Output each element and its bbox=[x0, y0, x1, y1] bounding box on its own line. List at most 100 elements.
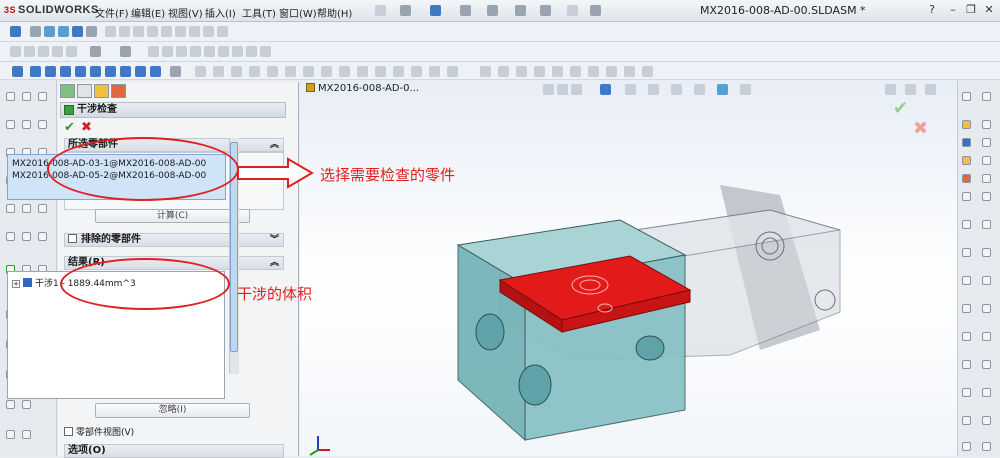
toolbar-icon[interactable] bbox=[217, 26, 228, 37]
ok-button[interactable]: ✔ bbox=[64, 120, 75, 135]
toolbar-icon[interactable] bbox=[570, 66, 581, 77]
toolbar-icon[interactable] bbox=[232, 46, 243, 57]
menu-window[interactable]: 窗口(W) bbox=[279, 5, 317, 20]
expand-icon[interactable]: ︾ bbox=[270, 234, 279, 246]
tool-icon[interactable] bbox=[38, 204, 47, 213]
toolbar-icon[interactable] bbox=[190, 46, 201, 57]
toolbar-icon[interactable] bbox=[10, 46, 21, 57]
display-style-icon[interactable] bbox=[648, 84, 659, 95]
toolbar-icon[interactable] bbox=[189, 26, 200, 37]
viewport-icon[interactable] bbox=[885, 84, 896, 95]
toolbar-icon[interactable] bbox=[86, 26, 97, 37]
assembly-model[interactable]: ✔ ✖ bbox=[300, 80, 957, 456]
tool-icon[interactable] bbox=[22, 204, 31, 213]
toolbar-icon[interactable] bbox=[357, 66, 368, 77]
toolbar-icon[interactable] bbox=[260, 46, 271, 57]
tool-icon[interactable] bbox=[6, 120, 15, 129]
custom-props-icon[interactable] bbox=[962, 192, 971, 201]
tool-icon[interactable] bbox=[962, 388, 971, 397]
zoom-area-icon[interactable] bbox=[557, 84, 568, 95]
toolbar-icon[interactable] bbox=[249, 66, 260, 77]
toolbar-icon[interactable] bbox=[52, 46, 63, 57]
menu-edit[interactable]: 编辑(E) bbox=[131, 5, 165, 20]
tool-icon[interactable] bbox=[6, 204, 15, 213]
file-explorer-icon[interactable] bbox=[962, 156, 971, 165]
tool-icon[interactable] bbox=[6, 232, 15, 241]
tool-icon[interactable] bbox=[962, 304, 971, 313]
toolbar-icon[interactable] bbox=[480, 66, 491, 77]
toolbar-icon[interactable] bbox=[162, 46, 173, 57]
toolbar-icon[interactable] bbox=[375, 66, 386, 77]
toolbar-icon[interactable] bbox=[30, 26, 41, 37]
calculate-button[interactable]: 计算(C) bbox=[95, 209, 250, 223]
tool-icon[interactable] bbox=[982, 442, 991, 451]
toolbar-icon[interactable] bbox=[12, 66, 23, 77]
config-manager-tab[interactable] bbox=[94, 84, 109, 98]
hide-show-icon[interactable] bbox=[671, 84, 682, 95]
tool-icon[interactable] bbox=[982, 138, 991, 147]
appearances-icon[interactable] bbox=[962, 174, 971, 183]
menu-insert[interactable]: 插入(I) bbox=[205, 5, 236, 20]
minimize-button[interactable]: – bbox=[946, 3, 960, 17]
tool-icon[interactable] bbox=[38, 92, 47, 101]
toolbar-icon[interactable] bbox=[552, 66, 563, 77]
tool-icon[interactable] bbox=[982, 156, 991, 165]
tool-icon[interactable] bbox=[962, 332, 971, 341]
collapse-icon[interactable]: ︽ bbox=[270, 257, 279, 269]
previous-view-icon[interactable] bbox=[571, 84, 582, 95]
tool-icon[interactable] bbox=[962, 360, 971, 369]
tool-icon[interactable] bbox=[982, 92, 991, 101]
excluded-components-checkbox[interactable] bbox=[68, 234, 77, 243]
toolbar-icon[interactable] bbox=[120, 46, 131, 57]
tool-icon[interactable] bbox=[982, 388, 991, 397]
select-icon[interactable] bbox=[515, 5, 526, 16]
menu-help[interactable]: 帮助(H) bbox=[317, 5, 352, 20]
apply-scene-icon[interactable] bbox=[717, 84, 728, 95]
solidworks-logo[interactable]: 3S SOLIDWORKS bbox=[4, 4, 99, 16]
view-orientation-icon[interactable] bbox=[625, 84, 636, 95]
tool-icon[interactable] bbox=[982, 416, 991, 425]
toolbar-icon[interactable] bbox=[303, 66, 314, 77]
menu-file[interactable]: 文件(F) bbox=[95, 5, 129, 20]
file-props-icon[interactable] bbox=[567, 5, 578, 16]
toolbar-icon[interactable] bbox=[24, 46, 35, 57]
options-icon[interactable] bbox=[590, 5, 601, 16]
close-button[interactable]: ✕ bbox=[982, 3, 996, 17]
property-manager-tab[interactable] bbox=[77, 84, 92, 98]
toolbar-icon[interactable] bbox=[642, 66, 653, 77]
undo-icon[interactable] bbox=[487, 5, 498, 16]
expand-icon[interactable]: + bbox=[12, 280, 20, 288]
toolbar-icon[interactable] bbox=[58, 26, 69, 37]
tool-icon[interactable] bbox=[982, 360, 991, 369]
tool-icon[interactable] bbox=[982, 220, 991, 229]
toolbar-icon[interactable] bbox=[66, 46, 77, 57]
toolbar-icon[interactable] bbox=[285, 66, 296, 77]
toolbar-icon[interactable] bbox=[204, 46, 215, 57]
zoom-to-fit-icon[interactable] bbox=[543, 84, 554, 95]
toolbar-icon[interactable] bbox=[44, 26, 55, 37]
toolbar-icon[interactable] bbox=[119, 26, 130, 37]
viewport-icon[interactable] bbox=[925, 84, 936, 95]
restore-button[interactable]: ❐ bbox=[964, 3, 978, 17]
viewport-icon[interactable] bbox=[905, 84, 916, 95]
toolbar-icon[interactable] bbox=[231, 66, 242, 77]
toolbar-icon[interactable] bbox=[90, 66, 101, 77]
toolbar-icon[interactable] bbox=[195, 66, 206, 77]
toolbar-icon[interactable] bbox=[150, 66, 161, 77]
toolbar-icon[interactable] bbox=[429, 66, 440, 77]
ignore-button[interactable]: 忽略(I) bbox=[95, 403, 250, 418]
print-icon[interactable] bbox=[460, 5, 471, 16]
tool-icon[interactable] bbox=[982, 304, 991, 313]
toolbar-icon[interactable] bbox=[148, 46, 159, 57]
toolbar-icon[interactable] bbox=[411, 66, 422, 77]
toolbar-icon[interactable] bbox=[588, 66, 599, 77]
toolbar-icon[interactable] bbox=[534, 66, 545, 77]
excluded-components-header[interactable]: 排除的零部件 ︾ bbox=[64, 233, 284, 247]
tool-icon[interactable] bbox=[22, 120, 31, 129]
toolbar-icon[interactable] bbox=[161, 26, 172, 37]
toolbar-icon[interactable] bbox=[176, 46, 187, 57]
tool-icon[interactable] bbox=[962, 276, 971, 285]
rebuild-icon[interactable] bbox=[540, 5, 551, 16]
toolbar-icon[interactable] bbox=[624, 66, 635, 77]
toolbar-icon[interactable] bbox=[135, 66, 146, 77]
